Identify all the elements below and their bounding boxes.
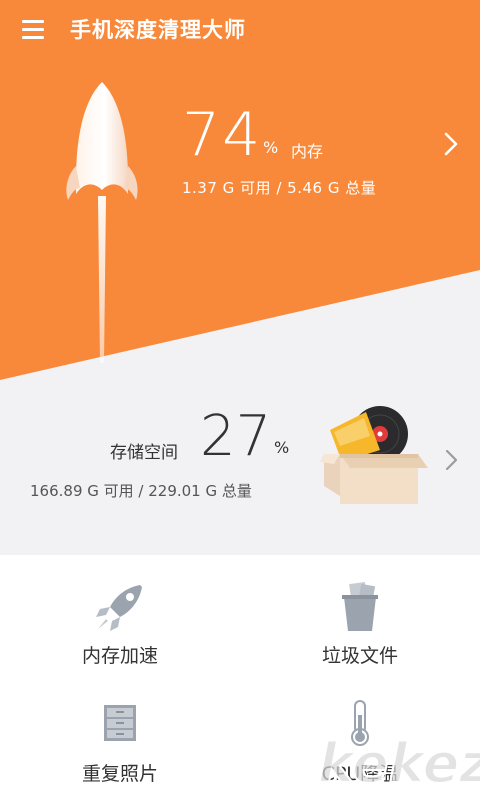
- dashboard-hero: 手机深度清理大师 74 % 内存 1.37 G 可用 / 5.46 G 总量 存…: [0, 0, 480, 555]
- menu-button[interactable]: [22, 18, 48, 40]
- storage-box-icon: [320, 406, 428, 504]
- tool-duplicate-photos[interactable]: 重复照片: [0, 685, 240, 800]
- tool-label: 垃圾文件: [321, 645, 398, 667]
- storage-chevron-right-icon[interactable]: [440, 446, 462, 474]
- rocket-icon: [66, 82, 138, 363]
- storage-percent-unit: %: [274, 438, 290, 457]
- menu-icon-bar: [22, 20, 44, 23]
- memory-percent-unit: %: [263, 138, 279, 157]
- storage-detail: 166.89 G 可用 / 229.01 G 总量: [30, 482, 252, 500]
- memory-percent: 74: [182, 100, 263, 170]
- tool-junk-files[interactable]: 垃圾文件: [240, 565, 480, 685]
- app-header: 手机深度清理大师: [0, 0, 480, 60]
- tool-label: 内存加速: [81, 645, 158, 667]
- tool-memory-boost[interactable]: 内存加速: [0, 565, 240, 685]
- svg-text:kekez: kekez: [318, 732, 480, 795]
- memory-detail: 1.37 G 可用 / 5.46 G 总量: [182, 179, 377, 197]
- watermark-logo: kekez: [317, 731, 480, 796]
- memory-label: 内存: [291, 142, 324, 161]
- tool-label: 重复照片: [81, 763, 158, 785]
- menu-icon-bar: [22, 36, 44, 39]
- menu-icon-bar: [22, 28, 44, 31]
- memory-chevron-right-icon[interactable]: [438, 128, 464, 160]
- cabinet-icon: [104, 705, 136, 741]
- storage-percent: 27: [200, 404, 272, 469]
- app-title: 手机深度清理大师: [70, 18, 246, 42]
- rocket-icon: [96, 585, 142, 631]
- trash-bin-icon: [342, 581, 378, 631]
- storage-label: 存储空间: [110, 443, 178, 463]
